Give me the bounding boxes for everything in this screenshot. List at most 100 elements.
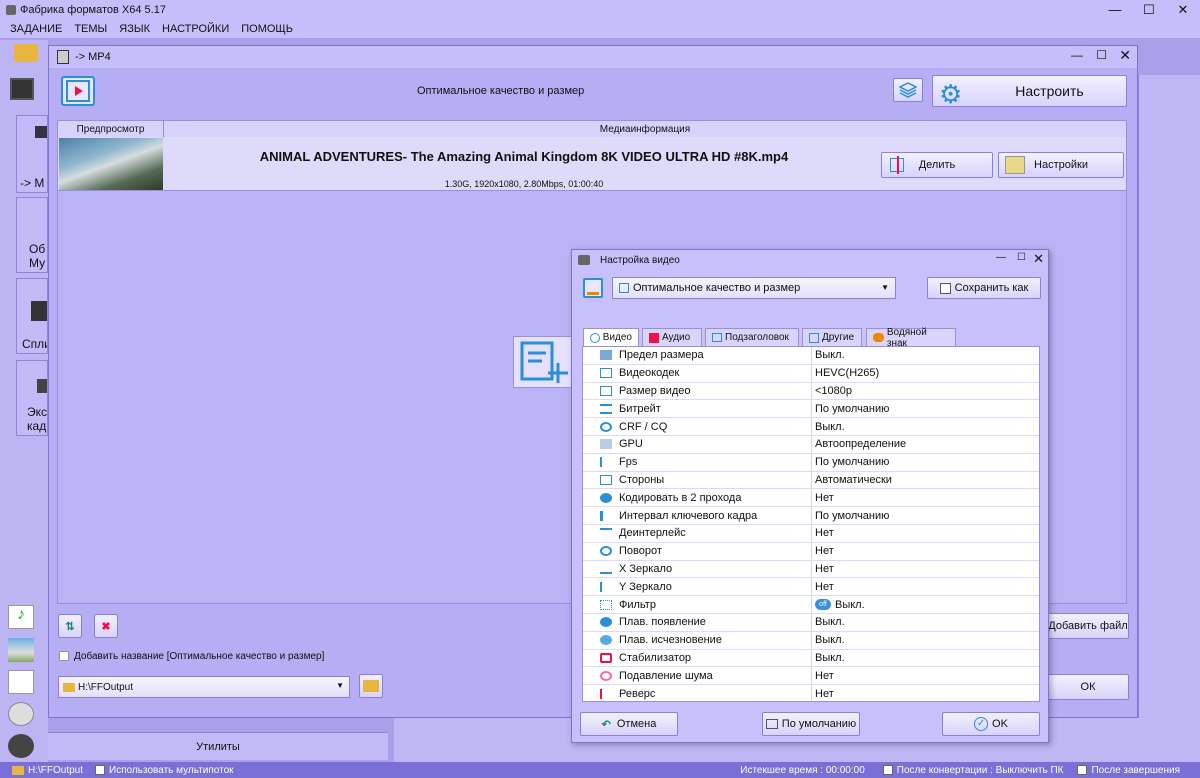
sidebar-tile-merge[interactable]: Об Му [16,197,48,273]
after-convert-checkbox[interactable] [882,765,893,775]
utilities-label[interactable]: Утилиты [48,732,388,760]
layers-button[interactable] [893,78,923,102]
tab-watermark[interactable]: Водяной знак [866,327,956,349]
elapsed-time: Истекшее время : 00:00:00 [740,764,865,776]
table-row[interactable]: Предел размера Выкл. [583,347,1039,365]
two-pass-icon [600,492,612,503]
tab-other[interactable]: Другие [802,328,862,346]
table-row[interactable]: Кодировать в 2 прохода Нет [583,489,1039,508]
save-as-button[interactable]: Сохранить как [927,277,1041,299]
file-row[interactable]: ANIMAL ADVENTURES- The Amazing Animal Ki… [58,137,1126,191]
add-file-large-icon[interactable] [513,336,573,388]
convert-close-button[interactable]: ✕ [1119,47,1131,64]
after-finish-label[interactable]: После завершения [1091,765,1180,776]
table-row[interactable]: Интервал ключевого кадра По умолчанию [583,507,1039,525]
chevron-down-icon: ▼ [336,681,344,690]
table-row[interactable]: Битрейт По умолчанию [583,400,1039,419]
status-folder-icon [12,765,24,775]
dialog-minimize-button[interactable]: — [996,252,1006,263]
table-row[interactable]: Плав. появление Выкл. [583,613,1039,632]
menu-task[interactable]: ЗАДАНИЕ [4,23,68,35]
chevron-down-icon: ▼ [881,283,889,292]
audio-category-icon[interactable]: ♪ [8,605,34,629]
table-row[interactable]: Стабилизатор Выкл. [583,649,1039,668]
table-row[interactable]: Фильтр off Выкл. [583,596,1039,614]
sidebar-tile-export[interactable]: Экс кад [16,360,48,436]
table-row[interactable]: Поворот Нет [583,542,1039,561]
tab-video[interactable]: Видео [583,328,639,346]
video-category-icon[interactable] [10,78,34,100]
sidebar-tile-mp4[interactable]: -> M [16,115,48,193]
menu-themes[interactable]: ТЕМЫ [68,23,113,35]
maximize-button[interactable]: ☐ [1132,0,1166,20]
menu-help[interactable]: ПОМОЩЬ [235,23,299,35]
table-row[interactable]: Реверс Нет [583,685,1039,701]
split-button[interactable]: Делить [881,152,993,178]
default-button[interactable]: По умолчанию [762,712,860,736]
table-row[interactable]: Подавление шума Нет [583,667,1039,686]
table-row[interactable]: X Зеркало Нет [583,560,1039,579]
sidebar-tile-split[interactable]: Спли [16,278,48,354]
add-name-checkbox[interactable] [59,651,69,661]
after-finish-checkbox[interactable] [1077,765,1088,775]
table-row[interactable]: Видеокодек HEVC(H265) [583,364,1039,383]
gear-icon: ⚙ [939,79,963,109]
filter-icon [600,599,612,610]
table-row[interactable]: Y Зеркало Нет [583,578,1039,597]
menu-settings[interactable]: НАСТРОЙКИ [156,23,235,35]
tab-subtitle[interactable]: Подзаголовок [705,328,799,346]
file-name: ANIMAL ADVENTURES- The Amazing Animal Ki… [259,149,789,164]
dialog-titlebar: Настройка видео — ☐ ✕ [572,250,1048,270]
disc-category-icon[interactable] [8,702,34,726]
after-convert-label[interactable]: После конвертации : Выключить ПК [897,765,1064,776]
gpu-icon [600,439,612,450]
convert-ok-button[interactable]: ОК [1047,674,1129,700]
mirror-x-icon [600,564,612,574]
document-category-icon[interactable] [8,670,34,694]
video-profile-icon [61,76,95,106]
status-output-path[interactable]: H:\FFOutput [28,765,83,776]
table-row[interactable]: CRF / CQ Выкл. [583,418,1039,436]
dialog-profile-select[interactable]: Оптимальное качество и размер ▼ [612,277,896,299]
dialog-ok-button[interactable]: ✓ OK [942,712,1040,736]
close-button[interactable]: ✕ [1166,0,1200,20]
add-file-button[interactable]: Добавить файл [1047,613,1129,639]
multithread-checkbox[interactable] [95,765,106,775]
profile-small-icon [619,283,629,293]
table-row[interactable]: Размер видео <1080p [583,382,1039,401]
multithread-label: Использовать мультипоток [109,764,234,776]
minimize-button[interactable]: — [1098,0,1132,20]
table-row[interactable]: Деинтерлейс Нет [583,524,1039,543]
convert-maximize-button[interactable]: ☐ [1096,48,1107,62]
music-note-icon [649,332,659,343]
remove-button[interactable]: ✖ [94,614,118,638]
open-folder-icon [363,680,379,692]
file-settings-button[interactable]: Настройки [998,152,1124,178]
configure-button[interactable]: ⚙ Настроить [932,75,1127,109]
table-row[interactable]: GPU Автоопределение [583,435,1039,454]
folder-icon [63,682,75,692]
dialog-maximize-button[interactable]: ☐ [1017,252,1026,263]
dialog-app-icon [578,255,590,265]
tab-audio[interactable]: Аудио [642,328,702,346]
check-circle-icon: ✓ [974,717,989,731]
other-icon [809,332,819,343]
save-icon [939,282,951,294]
utilities-icon[interactable] [8,734,34,758]
table-row[interactable]: Fps По умолчанию [583,453,1039,472]
browse-folder-button[interactable] [359,674,383,698]
cancel-button[interactable]: ↶ Отмена [580,712,678,736]
window-icon [57,50,69,64]
picture-category-icon[interactable] [8,638,34,662]
menu-language[interactable]: ЯЗЫК [113,23,156,35]
toolbar-folder-icon[interactable] [14,44,38,62]
convert-window-titlebar: -> MP4 — ☐ ✕ [49,46,1137,68]
filter-toggle[interactable]: off [815,599,831,611]
output-path-select[interactable]: H:\FFOutput ▼ [58,676,350,698]
film-icon [31,301,47,321]
table-row[interactable]: Стороны Автоматически [583,471,1039,490]
table-row[interactable]: Плав. исчезновение Выкл. [583,631,1039,650]
sort-button[interactable]: ⇅ [58,614,82,638]
dialog-close-button[interactable]: ✕ [1033,251,1044,267]
convert-minimize-button[interactable]: — [1071,48,1083,62]
